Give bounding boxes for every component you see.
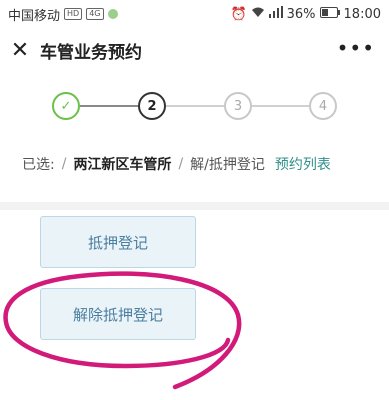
signal-icon bbox=[268, 6, 283, 22]
app-notification-icon bbox=[107, 9, 118, 19]
step-connector bbox=[80, 105, 138, 107]
option-list: 抵押登记 解除抵押登记 bbox=[0, 210, 389, 400]
breadcrumb: 已选: / 两江新区车管所 / 解/抵押登记 预约列表 bbox=[22, 154, 382, 174]
status-bar-right: ⏰ 36% 18:00 bbox=[230, 6, 381, 22]
status-bar: 中国移动 HD 4G ⏰ 36% 18:00 bbox=[0, 0, 389, 28]
breadcrumb-office: 两江新区车管所 bbox=[73, 157, 172, 173]
appointment-list-link[interactable]: 预约列表 bbox=[275, 154, 331, 174]
breadcrumb-separator: / bbox=[61, 156, 67, 172]
alarm-icon: ⏰ bbox=[230, 6, 247, 22]
progress-card: ✓ 2 3 4 已选: / 两江新区车管所 / 解/抵押登记 预约列表 bbox=[0, 72, 389, 210]
title-bar: ✕ 车管业务预约 ••• bbox=[0, 28, 389, 72]
wifi-icon bbox=[251, 6, 265, 22]
section-divider bbox=[0, 202, 389, 210]
breadcrumb-separator: / bbox=[178, 156, 184, 172]
step-2: 2 bbox=[138, 92, 166, 120]
battery-percent: 36% bbox=[286, 6, 316, 22]
step-connector bbox=[252, 105, 309, 107]
step-1-check-icon: ✓ bbox=[52, 92, 80, 120]
page-title: 车管业务预约 bbox=[40, 42, 142, 63]
step-4: 4 bbox=[309, 92, 337, 120]
clock-time: 18:00 bbox=[343, 6, 381, 22]
breadcrumb-prefix: 已选: bbox=[22, 157, 55, 173]
mortgage-registration-button[interactable]: 抵押登记 bbox=[40, 216, 196, 268]
more-options-icon[interactable]: ••• bbox=[337, 38, 375, 58]
battery-icon bbox=[319, 6, 340, 22]
step-indicator: ✓ 2 3 4 bbox=[52, 92, 337, 120]
step-3: 3 bbox=[224, 92, 252, 120]
mortgage-release-button[interactable]: 解除抵押登记 bbox=[40, 288, 196, 340]
hd-badge: HD bbox=[64, 8, 83, 20]
breadcrumb-service: 解/抵押登记 bbox=[190, 157, 265, 173]
close-icon[interactable]: ✕ bbox=[2, 28, 38, 72]
status-bar-left: 中国移动 HD 4G bbox=[8, 5, 118, 24]
network-badge: 4G bbox=[86, 8, 104, 20]
step-connector bbox=[166, 105, 224, 107]
carrier-name: 中国移动 bbox=[8, 8, 61, 24]
